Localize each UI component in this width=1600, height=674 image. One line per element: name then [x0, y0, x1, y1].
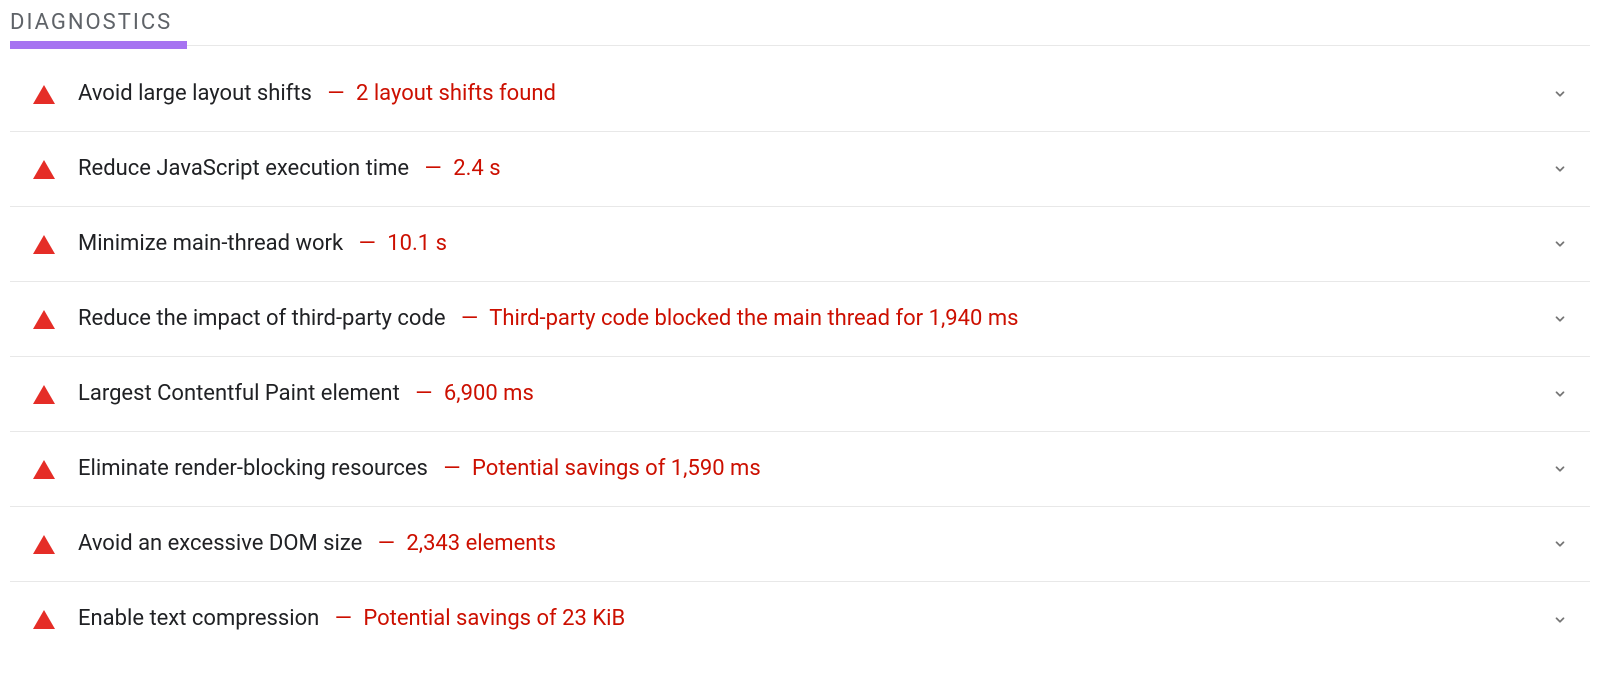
expand-toggle[interactable] — [1530, 462, 1590, 476]
warning-triangle-icon — [10, 235, 78, 254]
chevron-down-icon — [1553, 613, 1567, 627]
diagnostic-row[interactable]: Avoid large layout shifts — 2 layout shi… — [10, 57, 1590, 132]
expand-toggle[interactable] — [1530, 537, 1590, 551]
diagnostic-row[interactable]: Enable text compression — Potential savi… — [10, 582, 1590, 657]
diagnostic-value: Potential savings of 1,590 ms — [472, 456, 761, 481]
diagnostic-text: Reduce the impact of third-party code — … — [78, 305, 1530, 334]
header-underline — [10, 41, 187, 49]
diagnostic-title: Avoid an excessive DOM size — [78, 531, 362, 556]
expand-toggle[interactable] — [1530, 162, 1590, 176]
dash-separator: — — [335, 606, 352, 631]
header-divider — [10, 45, 1590, 46]
warning-triangle-icon — [10, 160, 78, 179]
dash-separator: — — [461, 306, 478, 331]
expand-toggle[interactable] — [1530, 237, 1590, 251]
warning-triangle-icon — [10, 610, 78, 629]
chevron-down-icon — [1553, 462, 1567, 476]
diagnostics-list: Avoid large layout shifts — 2 layout shi… — [10, 57, 1590, 657]
dash-separator: — — [327, 81, 344, 106]
diagnostic-title: Reduce JavaScript execution time — [78, 156, 409, 181]
chevron-down-icon — [1553, 162, 1567, 176]
diagnostic-row[interactable]: Avoid an excessive DOM size — 2,343 elem… — [10, 507, 1590, 582]
diagnostic-value: 6,900 ms — [444, 381, 534, 406]
diagnostic-text: Enable text compression — Potential savi… — [78, 605, 1530, 634]
diagnostic-row[interactable]: Reduce the impact of third-party code — … — [10, 282, 1590, 357]
diagnostics-header: DIAGNOSTICS — [10, 10, 1590, 49]
expand-toggle[interactable] — [1530, 87, 1590, 101]
expand-toggle[interactable] — [1530, 312, 1590, 326]
diagnostic-row[interactable]: Minimize main-thread work — 10.1 s — [10, 207, 1590, 282]
diagnostic-value: 2.4 s — [453, 156, 500, 181]
diagnostic-text: Eliminate render-blocking resources — Po… — [78, 455, 1530, 484]
diagnostic-text: Largest Contentful Paint element — 6,900… — [78, 380, 1530, 409]
dash-separator: — — [415, 381, 432, 406]
diagnostic-row[interactable]: Reduce JavaScript execution time — 2.4 s — [10, 132, 1590, 207]
diagnostic-title: Minimize main-thread work — [78, 231, 343, 256]
warning-triangle-icon — [10, 310, 78, 329]
diagnostic-text: Avoid an excessive DOM size — 2,343 elem… — [78, 530, 1530, 559]
diagnostic-value: Potential savings of 23 KiB — [363, 606, 625, 631]
warning-triangle-icon — [10, 85, 78, 104]
dash-separator: — — [443, 456, 460, 481]
diagnostic-value: 10.1 s — [387, 231, 447, 256]
chevron-down-icon — [1553, 537, 1567, 551]
diagnostic-value: Third-party code blocked the main thread… — [489, 306, 1018, 331]
chevron-down-icon — [1553, 87, 1567, 101]
warning-triangle-icon — [10, 460, 78, 479]
diagnostics-title: DIAGNOSTICS — [10, 10, 1590, 41]
diagnostic-title: Enable text compression — [78, 606, 319, 631]
diagnostic-title: Avoid large layout shifts — [78, 81, 312, 106]
diagnostic-row[interactable]: Largest Contentful Paint element — 6,900… — [10, 357, 1590, 432]
expand-toggle[interactable] — [1530, 387, 1590, 401]
warning-triangle-icon — [10, 535, 78, 554]
diagnostic-text: Reduce JavaScript execution time — 2.4 s — [78, 155, 1530, 184]
chevron-down-icon — [1553, 312, 1567, 326]
dash-separator: — — [425, 156, 442, 181]
warning-triangle-icon — [10, 385, 78, 404]
expand-toggle[interactable] — [1530, 613, 1590, 627]
chevron-down-icon — [1553, 387, 1567, 401]
diagnostic-text: Avoid large layout shifts — 2 layout shi… — [78, 80, 1530, 109]
diagnostic-value: 2 layout shifts found — [356, 81, 556, 106]
diagnostic-row[interactable]: Eliminate render-blocking resources — Po… — [10, 432, 1590, 507]
chevron-down-icon — [1553, 237, 1567, 251]
diagnostic-title: Largest Contentful Paint element — [78, 381, 400, 406]
diagnostic-text: Minimize main-thread work — 10.1 s — [78, 230, 1530, 259]
dash-separator: — — [359, 231, 376, 256]
diagnostic-title: Eliminate render-blocking resources — [78, 456, 428, 481]
diagnostic-title: Reduce the impact of third-party code — [78, 306, 446, 331]
diagnostic-value: 2,343 elements — [406, 531, 556, 556]
dash-separator: — — [378, 531, 395, 556]
